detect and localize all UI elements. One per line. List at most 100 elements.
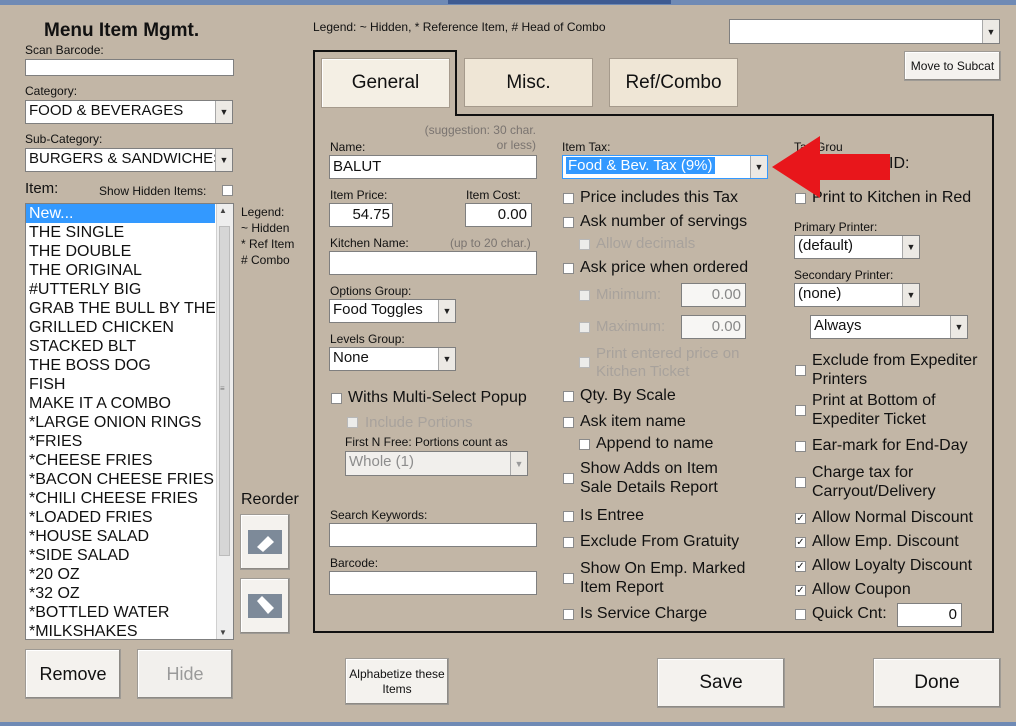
options-group-dropdown[interactable]: Food Toggles ▼: [329, 299, 456, 323]
list-item[interactable]: *HOUSE SALAD: [26, 527, 215, 546]
list-item[interactable]: THE BOSS DOG: [26, 356, 215, 375]
list-item[interactable]: *LOADED FRIES: [26, 508, 215, 527]
print-entered-price-checkbox[interactable]: [579, 357, 590, 368]
price-includes-tax-checkbox[interactable]: [563, 193, 574, 204]
allow-loyalty-discount-checkbox[interactable]: ✓: [795, 561, 806, 572]
list-item[interactable]: MAKE IT A COMBO: [26, 394, 215, 413]
list-item[interactable]: New...: [26, 204, 215, 223]
allow-coupon-checkbox[interactable]: ✓: [795, 585, 806, 596]
list-item[interactable]: STACKED BLT: [26, 337, 215, 356]
ask-item-name-checkbox[interactable]: [563, 417, 574, 428]
tab-ref-combo[interactable]: Ref/Combo: [609, 58, 738, 107]
list-item[interactable]: *20 OZ: [26, 565, 215, 584]
first-n-free-dropdown[interactable]: Whole (1) ▼: [345, 451, 528, 476]
done-button[interactable]: Done: [873, 658, 1001, 708]
move-to-subcat-button[interactable]: Move to Subcat: [904, 51, 1001, 81]
ask-servings-checkbox[interactable]: [563, 217, 574, 228]
category-label: Category:: [25, 84, 78, 98]
item-label: Item:: [25, 180, 59, 197]
is-service-charge-label: Is Service Charge: [580, 605, 708, 622]
levels-group-dropdown[interactable]: None ▼: [329, 347, 456, 371]
list-item[interactable]: *32 OZ: [26, 584, 215, 603]
show-adds-checkbox[interactable]: [563, 473, 574, 484]
list-item[interactable]: *CHILI CHEESE FRIES: [26, 489, 215, 508]
save-button[interactable]: Save: [657, 658, 785, 708]
show-hidden-checkbox[interactable]: [222, 185, 233, 196]
append-to-name-checkbox[interactable]: [579, 439, 590, 450]
list-item[interactable]: *LARGE ONION RINGS: [26, 413, 215, 432]
ask-price-label: Ask price when ordered: [580, 259, 749, 276]
item-listbox[interactable]: New... THE SINGLE THE DOUBLE THE ORIGINAL #U…: [25, 203, 234, 640]
remove-button[interactable]: Remove: [25, 649, 121, 699]
barcode-input[interactable]: [329, 571, 537, 595]
list-item[interactable]: FISH: [26, 375, 215, 394]
list-item[interactable]: *CHEESE FRIES: [26, 451, 215, 470]
include-portions-checkbox[interactable]: [347, 417, 358, 428]
secondary-printer-dropdown[interactable]: (none) ▼: [794, 283, 920, 307]
list-item[interactable]: *SIDE SALAD: [26, 546, 215, 565]
item-tax-dropdown[interactable]: Food & Bev. Tax (9%) ▼: [562, 155, 768, 179]
scan-barcode-input[interactable]: [25, 59, 234, 76]
search-keywords-input[interactable]: [329, 523, 537, 547]
list-item[interactable]: THE ORIGINAL: [26, 261, 215, 280]
list-item[interactable]: THE SINGLE: [26, 223, 215, 242]
scroll-down-icon[interactable]: ▼: [219, 628, 227, 637]
maximum-checkbox[interactable]: [579, 322, 590, 333]
item-cost-input[interactable]: 0.00: [465, 203, 532, 227]
tab-misc[interactable]: Misc.: [464, 58, 593, 107]
tab-general[interactable]: General: [321, 58, 450, 108]
is-entree-checkbox[interactable]: [563, 511, 574, 522]
list-item[interactable]: GRAB THE BULL BY THE HORNS: [26, 299, 215, 318]
withs-multi-checkbox[interactable]: [331, 393, 342, 404]
subcategory-dropdown[interactable]: BURGERS & SANDWICHES ▼: [25, 148, 233, 172]
legend-line: Legend:: [241, 205, 285, 219]
list-item[interactable]: THE DOUBLE: [26, 242, 215, 261]
list-item[interactable]: *FRIES: [26, 432, 215, 451]
allow-decimals-checkbox[interactable]: [579, 239, 590, 250]
secondary-printer-when-dropdown[interactable]: Always ▼: [810, 315, 968, 339]
quick-cnt-input[interactable]: 0: [897, 603, 962, 627]
secondary-printer-value: (none): [798, 285, 842, 302]
category-dropdown[interactable]: FOOD & BEVERAGES ▼: [25, 100, 233, 124]
name-input[interactable]: BALUT: [329, 155, 537, 179]
move-up-button[interactable]: [240, 514, 290, 570]
list-item[interactable]: *BACON CHEESE FRIES: [26, 470, 215, 489]
chevron-down-icon: ▼: [438, 348, 455, 370]
minimum-input[interactable]: 0.00: [681, 283, 746, 307]
kitchen-name-input[interactable]: [329, 251, 537, 275]
minimum-checkbox[interactable]: [579, 290, 590, 301]
qty-by-scale-checkbox[interactable]: [563, 391, 574, 402]
is-service-charge-checkbox[interactable]: [563, 609, 574, 620]
allow-normal-discount-checkbox[interactable]: ✓: [795, 513, 806, 524]
exclude-expediter-checkbox[interactable]: [795, 365, 806, 376]
maximum-input[interactable]: 0.00: [681, 315, 746, 339]
hide-button[interactable]: Hide: [137, 649, 233, 699]
charge-tax-checkbox[interactable]: [795, 477, 806, 488]
print-bottom-expediter-label: Print at Bottom of Expediter Ticket: [812, 392, 936, 428]
list-item[interactable]: #UTTERLY BIG: [26, 280, 215, 299]
show-on-emp-checkbox[interactable]: [563, 573, 574, 584]
reorder-label: Reorder: [241, 491, 299, 508]
ear-mark-checkbox[interactable]: [795, 441, 806, 452]
list-item[interactable]: *MILKSHAKES: [26, 622, 215, 639]
charge-tax-label: Charge tax for Carryout/Delivery: [812, 464, 936, 500]
item-list-scrollbar[interactable]: ▲ ≡ ▼: [216, 204, 233, 639]
always-value: Always: [814, 317, 862, 334]
allow-emp-discount-checkbox[interactable]: ✓: [795, 537, 806, 548]
scroll-up-icon[interactable]: ▲: [219, 206, 227, 215]
exclude-gratuity-checkbox[interactable]: [563, 537, 574, 548]
quick-cnt-label: Quick Cnt:: [812, 605, 887, 622]
ask-price-checkbox[interactable]: [563, 263, 574, 274]
allow-loyalty-discount-label: Allow Loyalty Discount: [812, 557, 973, 574]
alphabetize-button[interactable]: Alphabetize these Items: [345, 658, 449, 705]
item-price-input[interactable]: 54.75: [329, 203, 393, 227]
chevron-down-icon: ▼: [902, 284, 919, 306]
print-bottom-expediter-checkbox[interactable]: [795, 405, 806, 416]
quick-cnt-checkbox[interactable]: [795, 609, 806, 620]
list-item[interactable]: GRILLED CHICKEN: [26, 318, 215, 337]
include-portions-label: Include Portions: [365, 414, 473, 431]
list-item[interactable]: *BOTTLED WATER: [26, 603, 215, 622]
top-combo[interactable]: ▼: [729, 19, 1000, 44]
primary-printer-dropdown[interactable]: (default) ▼: [794, 235, 920, 259]
move-down-button[interactable]: [240, 578, 290, 634]
